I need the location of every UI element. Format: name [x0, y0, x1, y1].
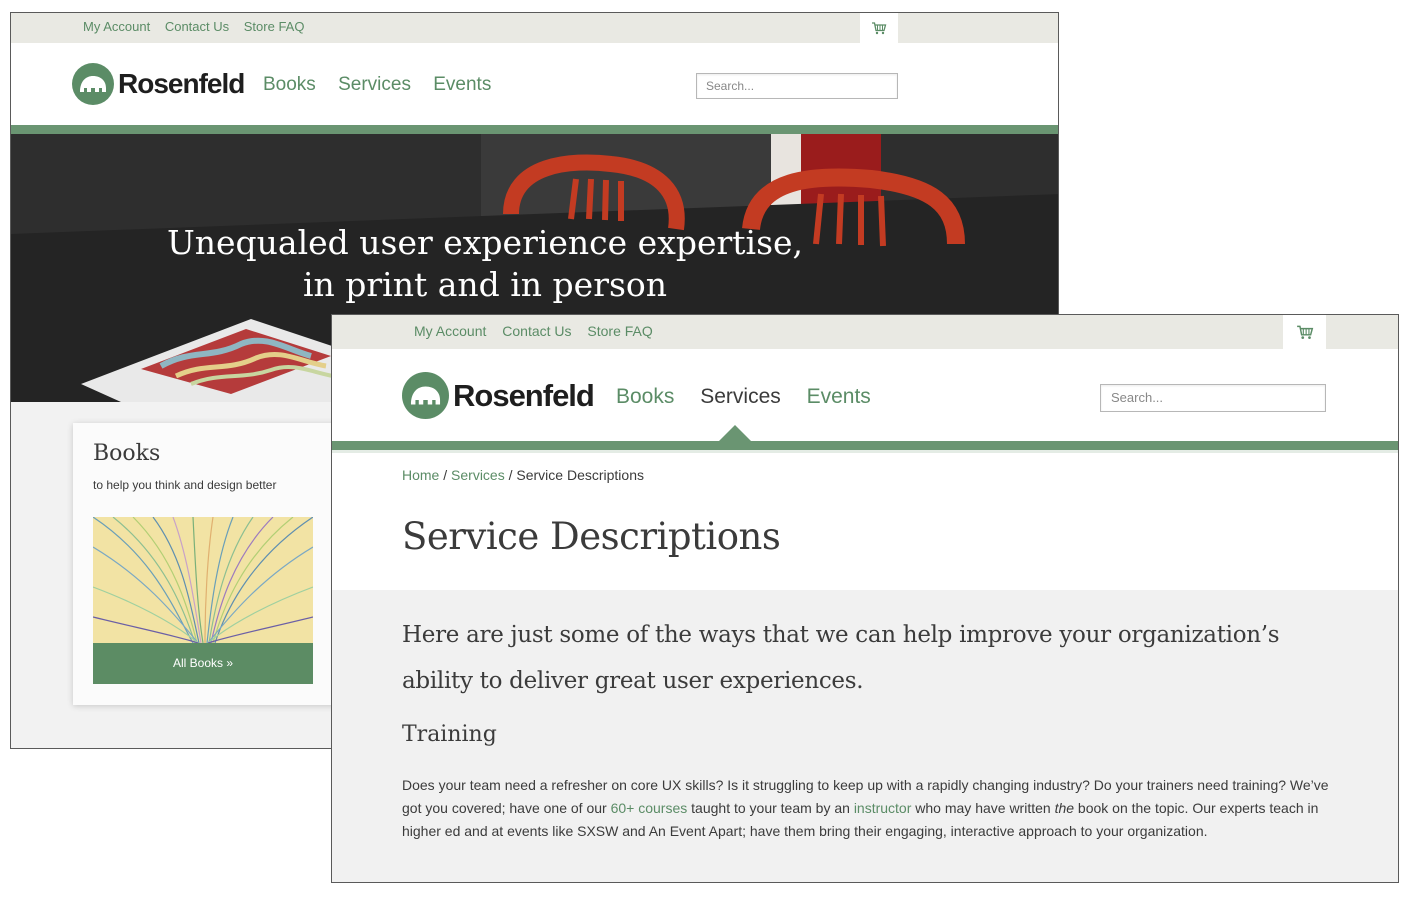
store-faq-link[interactable]: Store FAQ	[587, 323, 652, 339]
main-content: Here are just some of the ways that we c…	[332, 590, 1398, 882]
training-paragraph: Does your team need a refresher on core …	[402, 774, 1337, 843]
site-header: Rosenfeld Books Services Events Search..…	[11, 43, 1058, 125]
body-text: who may have written	[911, 800, 1055, 816]
search-input[interactable]: Search...	[1100, 384, 1326, 412]
courses-link[interactable]: 60+ courses	[611, 800, 688, 816]
utility-links: My Account Contact Us Store FAQ	[414, 323, 665, 339]
instructor-link[interactable]: instructor	[854, 800, 912, 816]
hero-line-2: in print and in person	[302, 265, 668, 304]
books-card-title: Books	[93, 441, 161, 466]
spirograph-art	[93, 517, 313, 643]
site-header: Rosenfeld Books Services Events Search..…	[332, 349, 1398, 441]
site-logo[interactable]: Rosenfeld	[72, 63, 245, 105]
my-account-link[interactable]: My Account	[414, 323, 486, 339]
site-logo[interactable]: Rosenfeld	[402, 372, 595, 419]
body-emphasis: the	[1054, 800, 1075, 816]
breadcrumb-separator: /	[504, 467, 517, 483]
cart-button[interactable]	[860, 13, 898, 43]
intro-text: Here are just some of the ways that we c…	[402, 622, 1280, 694]
breadcrumb: Home / Services / Service Descriptions	[402, 467, 644, 483]
hero-line-1: Unequaled user experience expertise,	[166, 223, 804, 262]
cart-icon	[1296, 325, 1313, 339]
main-nav: Books Services Events	[263, 74, 508, 96]
cart-icon	[872, 22, 887, 35]
contact-us-link[interactable]: Contact Us	[502, 323, 571, 339]
breadcrumb-services[interactable]: Services	[451, 467, 505, 483]
all-books-button[interactable]: All Books »	[93, 643, 313, 684]
utility-links: My Account Contact Us Store FAQ	[83, 19, 315, 34]
utility-bar: My Account Contact Us Store FAQ	[11, 13, 1058, 43]
active-nav-indicator	[719, 425, 751, 441]
brand-name: Rosenfeld	[118, 68, 245, 99]
books-card: Books to help you think and design bette…	[73, 423, 343, 705]
main-nav: Books Services Events	[616, 385, 891, 409]
nav-books[interactable]: Books	[616, 385, 674, 408]
my-account-link[interactable]: My Account	[83, 19, 150, 34]
nav-events[interactable]: Events	[433, 74, 491, 95]
nav-services[interactable]: Services	[338, 74, 411, 95]
nav-underline-bar	[11, 125, 1058, 134]
nav-events[interactable]: Events	[807, 385, 871, 408]
brand-name: Rosenfeld	[453, 377, 595, 413]
section-heading-training: Training	[402, 722, 497, 747]
breadcrumb-home[interactable]: Home	[402, 467, 439, 483]
hero-headline: Unequaled user experience expertise, in …	[11, 222, 959, 306]
books-card-subtitle: to help you think and design better	[93, 478, 277, 492]
nav-underline-bar	[332, 441, 1398, 450]
books-card-image[interactable]	[93, 517, 313, 643]
search-input[interactable]: Search...	[696, 73, 898, 99]
nav-books[interactable]: Books	[263, 74, 316, 95]
body-text: taught to your team by an	[687, 800, 854, 816]
elephant-logo-icon	[402, 372, 449, 419]
page-header: Home / Services / Service Descriptions S…	[332, 450, 1398, 590]
breadcrumb-separator: /	[439, 467, 452, 483]
front-window: My Account Contact Us Store FAQ Rosenfel…	[331, 314, 1399, 883]
nav-services[interactable]: Services	[700, 385, 781, 408]
breadcrumb-current: Service Descriptions	[516, 467, 644, 483]
cart-button[interactable]	[1283, 315, 1326, 349]
store-faq-link[interactable]: Store FAQ	[244, 19, 305, 34]
elephant-logo-icon	[72, 63, 114, 105]
contact-us-link[interactable]: Contact Us	[165, 19, 229, 34]
utility-bar: My Account Contact Us Store FAQ	[332, 315, 1398, 349]
page-title: Service Descriptions	[402, 515, 781, 558]
